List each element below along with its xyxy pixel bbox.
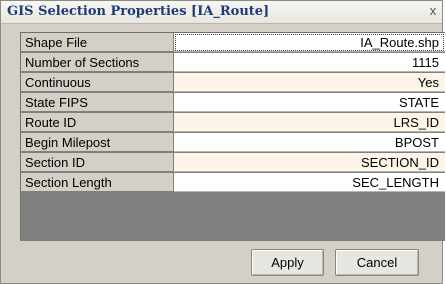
property-value[interactable]: LRS_ID: [174, 113, 445, 132]
property-value[interactable]: SEC_LENGTH: [174, 173, 445, 192]
property-grid: Shape File IA_Route.shp Number of Sectio…: [20, 32, 445, 241]
property-label: Section Length: [21, 173, 174, 192]
property-row-section-length[interactable]: Section Length SEC_LENGTH: [21, 173, 445, 193]
property-label: Begin Milepost: [21, 133, 174, 152]
property-label: State FIPS: [21, 93, 174, 112]
property-value[interactable]: IA_Route.shp: [174, 33, 445, 52]
property-row-shape-file[interactable]: Shape File IA_Route.shp: [21, 33, 445, 53]
property-row-continuous[interactable]: Continuous Yes: [21, 73, 445, 93]
close-icon[interactable]: x: [426, 4, 440, 18]
apply-button[interactable]: Apply: [251, 249, 324, 276]
property-value[interactable]: 1115: [174, 53, 445, 72]
property-value[interactable]: STATE: [174, 93, 445, 112]
property-label: Section ID: [21, 153, 174, 172]
property-row-begin-milepost[interactable]: Begin Milepost BPOST: [21, 133, 445, 153]
title-bar[interactable]: GIS Selection Properties [IA_Route] x: [1, 1, 442, 24]
property-value[interactable]: Yes: [174, 73, 445, 92]
property-label: Route ID: [21, 113, 174, 132]
window-title: GIS Selection Properties [IA_Route]: [7, 4, 270, 19]
property-value[interactable]: SECTION_ID: [174, 153, 445, 172]
property-row-state-fips[interactable]: State FIPS STATE: [21, 93, 445, 113]
property-value[interactable]: BPOST: [174, 133, 445, 152]
properties-dialog: GIS Selection Properties [IA_Route] x Sh…: [0, 0, 445, 284]
property-label: Continuous: [21, 73, 174, 92]
property-row-section-id[interactable]: Section ID SECTION_ID: [21, 153, 445, 173]
property-label: Number of Sections: [21, 53, 174, 72]
cancel-button[interactable]: Cancel: [335, 249, 419, 276]
property-row-route-id[interactable]: Route ID LRS_ID: [21, 113, 445, 133]
property-label: Shape File: [21, 33, 174, 52]
property-row-number-of-sections[interactable]: Number of Sections 1115: [21, 53, 445, 73]
